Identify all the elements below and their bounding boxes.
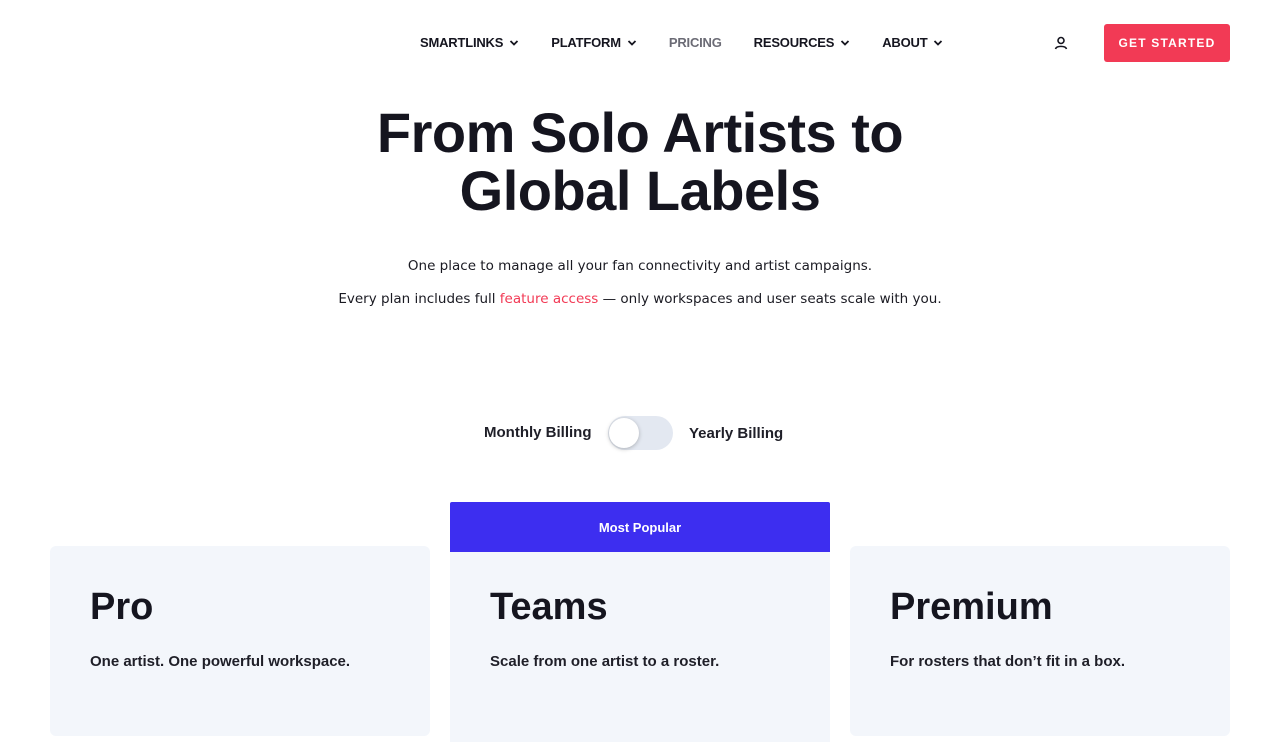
page-title: From Solo Artists to Global Labels — [0, 104, 1280, 220]
nav-menu: SMARTLINKS PLATFORM PRICING RESOURCES AB… — [420, 34, 975, 52]
title-line-2: Global Labels — [459, 159, 821, 222]
plan-card-pro: Pro One artist. One powerful workspace. — [50, 546, 430, 736]
plan-tagline: For rosters that don’t fit in a box. — [890, 653, 1126, 670]
user-icon[interactable] — [1053, 35, 1069, 51]
nav-item-smartlinks[interactable]: SMARTLINKS — [420, 34, 519, 52]
toggle-knob — [609, 418, 639, 448]
chevron-down-icon — [934, 40, 943, 46]
nav-item-label: PRICING — [668, 35, 722, 50]
billing-toggle[interactable] — [608, 416, 673, 450]
most-popular-badge: Most Popular — [450, 502, 830, 552]
plan-name: Pro — [90, 586, 154, 628]
nav-item-pricing[interactable]: PRICING — [669, 34, 722, 52]
monthly-billing-label[interactable]: Monthly Billing — [484, 424, 591, 441]
nav-item-resources[interactable]: RESOURCES — [754, 34, 851, 52]
nav-item-label: ABOUT — [882, 35, 928, 50]
nav-item-platform[interactable]: PLATFORM — [551, 34, 637, 52]
plan-tagline: Scale from one artist to a roster. — [490, 653, 720, 670]
feature-access-link[interactable]: feature access — [500, 291, 599, 307]
subtitle-text-before: Every plan includes full — [338, 291, 500, 307]
plan-name: Teams — [490, 586, 608, 628]
nav-item-label: SMARTLINKS — [420, 35, 504, 50]
nav-item-label: PLATFORM — [551, 35, 621, 50]
hero-subtitle-secondary: Every plan includes full feature access … — [0, 291, 1280, 307]
nav-item-about[interactable]: ABOUT — [882, 34, 943, 52]
nav-item-label: RESOURCES — [753, 35, 835, 50]
yearly-billing-label[interactable]: Yearly Billing — [689, 425, 783, 442]
plan-name: Premium — [890, 586, 1053, 628]
top-navigation: SMARTLINKS PLATFORM PRICING RESOURCES AB… — [0, 0, 1280, 86]
plan-card-teams: Teams Scale from one artist to a roster. — [450, 552, 830, 742]
chevron-down-icon — [841, 40, 850, 46]
subtitle-text-after: — only workspaces and user seats scale w… — [598, 291, 942, 307]
billing-toggle-group: Monthly Billing Yearly Billing — [0, 416, 1280, 452]
chevron-down-icon — [510, 40, 519, 46]
title-line-1: From Solo Artists to — [376, 101, 904, 164]
chevron-down-icon — [627, 40, 637, 46]
plan-tagline: One artist. One powerful workspace. — [90, 653, 351, 670]
hero-subtitle: One place to manage all your fan connect… — [407, 258, 873, 274]
plan-card-premium: Premium For rosters that don’t fit in a … — [850, 546, 1230, 736]
get-started-button[interactable]: GET STARTED — [1104, 24, 1230, 62]
